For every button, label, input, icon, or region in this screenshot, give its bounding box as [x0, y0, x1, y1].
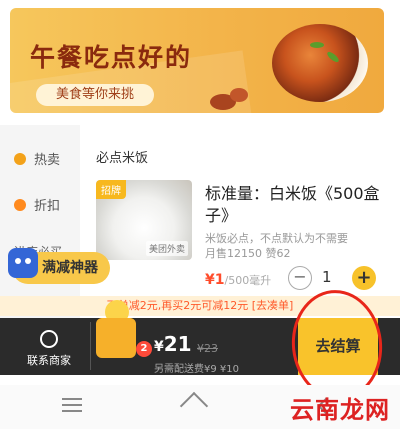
watermark: 云南龙网	[290, 396, 390, 424]
item-description: 米饭必点，不点默认为不需要	[205, 232, 348, 245]
increase-button[interactable]: +	[352, 266, 376, 290]
sidebar-item-label: 热卖	[34, 153, 61, 168]
item-sales: 月售12150 赞62	[205, 247, 291, 260]
sidebar-item-label: 折扣	[34, 199, 61, 214]
dish-image	[272, 24, 368, 102]
chestnut-image	[230, 88, 248, 102]
menu-icon[interactable]	[62, 398, 82, 412]
chat-icon	[40, 330, 58, 348]
contact-merchant-button[interactable]: 联系商家	[14, 330, 84, 368]
contact-label: 联系商家	[27, 354, 71, 367]
sidebar-item-discount[interactable]: 折扣	[14, 195, 60, 214]
original-price: ¥23	[197, 342, 218, 355]
signature-tag: 招牌	[96, 180, 126, 199]
quantity-value: 1	[322, 268, 332, 286]
cart-count-badge: 2	[136, 341, 152, 357]
banner-title: 午餐吃点好的	[30, 43, 193, 72]
divider	[90, 322, 91, 370]
promo-banner[interactable]: 午餐吃点好的 美食等你来挑	[10, 8, 384, 113]
item-price: ¥1/500毫升	[205, 272, 271, 288]
discount-icon	[14, 198, 26, 211]
fire-icon	[14, 152, 26, 165]
section-title: 必点米饭	[96, 151, 149, 166]
rice-image[interactable]: 招牌 美团外卖	[96, 180, 192, 260]
cart-icon[interactable]	[96, 318, 136, 358]
total-price: ¥21	[154, 332, 192, 356]
price-unit: /500毫升	[224, 274, 272, 287]
meituan-logo: 美团外卖	[145, 241, 188, 256]
currency-symbol: ¥	[154, 339, 164, 355]
banner-subtitle: 美食等你来挑	[36, 84, 155, 106]
decrease-button[interactable]: −	[288, 266, 312, 290]
item-name[interactable]: 标准量：白米饭《500盒子》	[205, 183, 385, 227]
total-value: 21	[163, 332, 192, 356]
sidebar-item-hot[interactable]: 热卖	[14, 149, 60, 168]
price-value: ¥1	[205, 272, 225, 288]
delivery-fee: 另需配送费¥9 ¥10	[154, 364, 239, 375]
robot-icon	[8, 248, 38, 278]
